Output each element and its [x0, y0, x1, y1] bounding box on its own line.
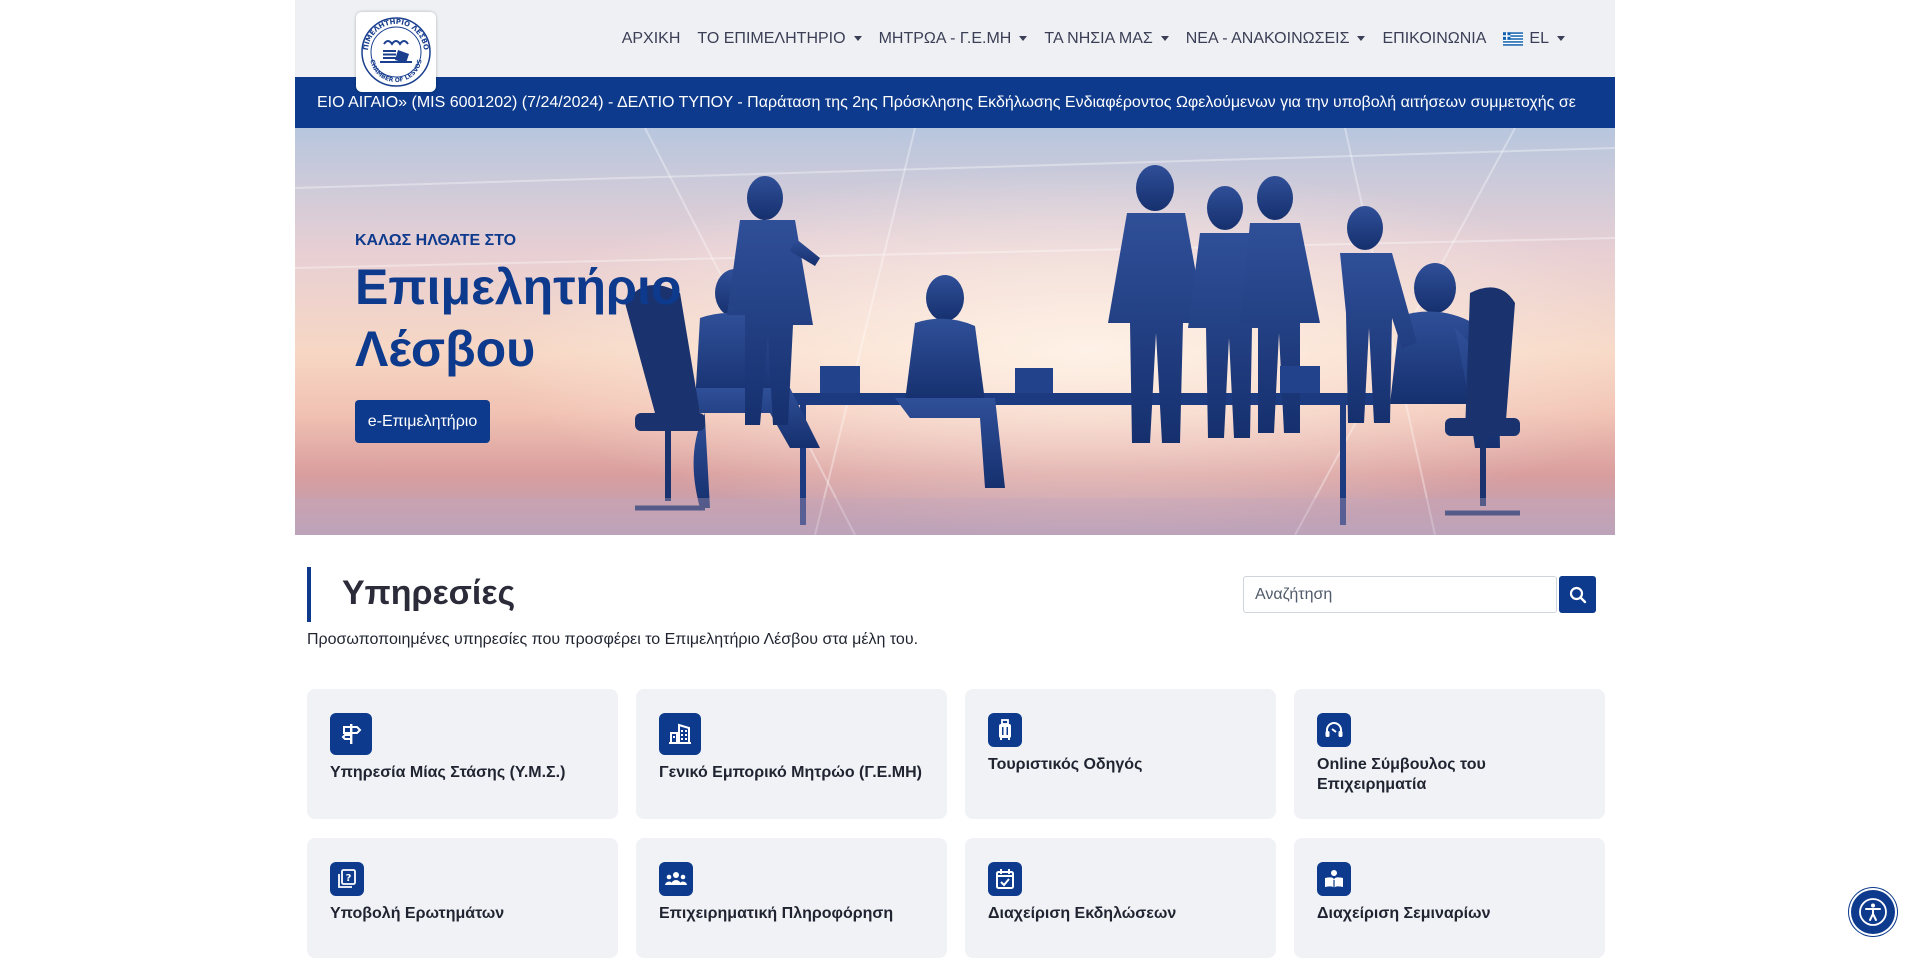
buildings-icon	[659, 713, 701, 755]
hero-title: Επιμελητήριο Λέσβου	[355, 259, 682, 377]
nav-contact[interactable]: ΕΠΙΚΟΙΝΩΝΙΑ	[1374, 30, 1495, 48]
chevron-down-icon	[1160, 36, 1169, 41]
logo-emblem-icon: ΕΠΙΜΕΛΗΤΗΡΙΟ ΛΕΣΒΟΥ CHAMBER OF LESVOS	[356, 12, 431, 87]
search-input[interactable]	[1243, 576, 1557, 613]
main-nav: ΑΡΧΙΚΗ ΤΟ ΕΠΙΜΕΛΗΤΗΡΙΟ ΜΗΤΡΩΑ - Γ.Ε.ΜΗ Τ…	[613, 0, 1615, 77]
service-card-label: Επιχειρηματική Πληροφόρηση	[659, 905, 894, 922]
service-card-label: Διαχείριση Εκδηλώσεων	[988, 905, 1177, 922]
question-icon: ?	[330, 862, 364, 896]
headset-icon	[1317, 713, 1351, 747]
language-label: EL	[1529, 29, 1549, 47]
nav-registry[interactable]: ΜΗΤΡΩΑ - Γ.Ε.ΜΗ	[870, 30, 1036, 48]
search-icon	[1569, 586, 1586, 603]
section-accent-bar	[307, 567, 311, 622]
nav-chamber[interactable]: ΤΟ ΕΠΙΜΕΛΗΤΗΡΙΟ	[689, 30, 870, 48]
nav-contact-label: ΕΠΙΚΟΙΝΩΝΙΑ	[1382, 29, 1487, 47]
ticker-text[interactable]: ΕΙΟ ΑΙΓΑΙΟ» (MIS 6001202) (7/24/2024) - …	[317, 77, 1576, 128]
signpost-icon	[330, 713, 372, 755]
site-header: ΕΠΙΜΕΛΗΤΗΡΙΟ ΛΕΣΒΟΥ CHAMBER OF LESVOS ΑΡ…	[295, 0, 1615, 92]
service-card-online-advisor[interactable]: Online Σύμβουλος του Επιχειρηματία	[1294, 689, 1605, 819]
nav-news[interactable]: ΝΕΑ - ΑΝΑΚΟΙΝΩΣΕΙΣ	[1177, 30, 1374, 48]
chevron-down-icon	[1557, 36, 1565, 41]
group-icon	[659, 862, 693, 896]
site-container: ΕΠΙΜΕΛΗΤΗΡΙΟ ΛΕΣΒΟΥ CHAMBER OF LESVOS ΑΡ…	[295, 0, 1615, 958]
calendar-check-icon	[988, 862, 1022, 896]
news-ticker: ΕΙΟ ΑΙΓΑΙΟ» (MIS 6001202) (7/24/2024) - …	[295, 77, 1615, 128]
service-card-events[interactable]: Διαχείριση Εκδηλώσεων	[965, 838, 1276, 958]
chevron-down-icon	[1357, 36, 1366, 41]
service-card-label: Τουριστικός Οδηγός	[988, 756, 1143, 773]
reader-icon	[1317, 862, 1351, 896]
greek-flag-icon	[1503, 31, 1524, 46]
services-subtitle: Προσωποποιημένες υπηρεσίες που προσφέρει…	[307, 631, 919, 648]
service-card-business-info[interactable]: Επιχειρηματική Πληροφόρηση	[636, 838, 947, 958]
nav-home[interactable]: ΑΡΧΙΚΗ	[613, 30, 689, 48]
chevron-down-icon	[1019, 36, 1028, 41]
nav-chamber-label: ΤΟ ΕΠΙΜΕΛΗΤΗΡΙΟ	[697, 29, 846, 47]
chevron-down-icon	[853, 36, 862, 41]
hero-banner: ΚΑΛΩΣ ΗΛΘΑΤΕ ΣΤΟ Επιμελητήριο Λέσβου e-Ε…	[295, 128, 1615, 535]
svg-text:?: ?	[346, 873, 352, 884]
service-card-label: Υπηρεσία Μίας Στάσης (Υ.Μ.Σ.)	[330, 764, 566, 781]
hero-kicker: ΚΑΛΩΣ ΗΛΘΑΤΕ ΣΤΟ	[355, 232, 517, 249]
service-card-gemi[interactable]: Γενικό Εμπορικό Μητρώο (Γ.Ε.ΜΗ)	[636, 689, 947, 819]
nav-home-label: ΑΡΧΙΚΗ	[621, 29, 681, 47]
service-card-one-stop-shop[interactable]: Υπηρεσία Μίας Στάσης (Υ.Μ.Σ.)	[307, 689, 618, 819]
nav-registry-label: ΜΗΤΡΩΑ - Γ.Ε.ΜΗ	[878, 29, 1012, 47]
services-title: Υπηρεσίες	[342, 574, 516, 612]
chamber-logo[interactable]: ΕΠΙΜΕΛΗΤΗΡΙΟ ΛΕΣΒΟΥ CHAMBER OF LESVOS	[356, 12, 436, 92]
service-card-label: Υποβολή Ερωτημάτων	[330, 905, 505, 922]
service-card-label: Γενικό Εμπορικό Μητρώο (Γ.Ε.ΜΗ)	[659, 764, 922, 781]
accessibility-icon	[1859, 898, 1887, 926]
service-card-tourist-guide[interactable]: Τουριστικός Οδηγός	[965, 689, 1276, 819]
service-card-label: Online Σύμβουλος του Επιχειρηματία	[1317, 756, 1486, 793]
service-card-label: Διαχείριση Σεμιναρίων	[1317, 905, 1491, 922]
nav-islands[interactable]: ΤΑ ΝΗΣΙΑ ΜΑΣ	[1036, 30, 1177, 48]
luggage-icon	[988, 713, 1022, 747]
language-selector[interactable]: EL	[1495, 30, 1615, 48]
nav-news-label: ΝΕΑ - ΑΝΑΚΟΙΝΩΣΕΙΣ	[1185, 29, 1350, 47]
e-chamber-button[interactable]: e-Επιμελητήριο	[355, 400, 490, 443]
accessibility-button[interactable]	[1851, 890, 1895, 934]
service-card-seminars[interactable]: Διαχείριση Σεμιναρίων	[1294, 838, 1605, 958]
service-card-submit-questions[interactable]: ? Υποβολή Ερωτημάτων	[307, 838, 618, 958]
nav-islands-label: ΤΑ ΝΗΣΙΑ ΜΑΣ	[1044, 29, 1153, 47]
search-button[interactable]	[1559, 576, 1596, 613]
